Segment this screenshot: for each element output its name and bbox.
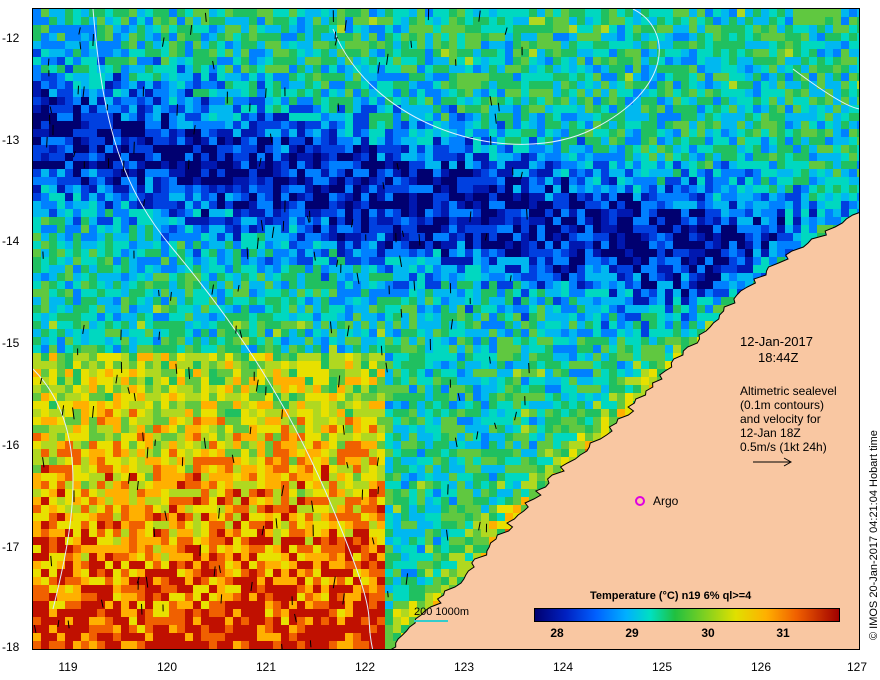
colorbar-tick-label: 31 <box>776 626 790 640</box>
velocity-vector <box>380 345 383 356</box>
lat-tick-label: -14 <box>2 234 20 248</box>
velocity-vector <box>142 432 144 442</box>
argo-float-marker <box>635 496 645 506</box>
lat-tick-label: -15 <box>2 336 20 350</box>
velocity-scale-label: 0.5m/s (1kt 24h) <box>740 440 827 454</box>
colorbar-tick-label: 28 <box>550 626 564 640</box>
lon-tick-label: 123 <box>453 660 475 674</box>
lon-tick-label: 120 <box>156 660 178 674</box>
lat-tick-label: -18 <box>2 640 20 654</box>
isobath-legend-line <box>414 620 448 622</box>
temperature-colorbar <box>534 608 840 622</box>
velocity-vector <box>400 309 403 318</box>
velocity-vector <box>92 33 94 46</box>
altimetry-line: and velocity for <box>740 412 821 426</box>
isobath-legend-label: 200 1000m <box>414 606 470 618</box>
altimetry-line: 12-Jan 18Z <box>740 426 801 440</box>
lon-tick-label: 127 <box>846 660 868 674</box>
velocity-vector <box>282 220 285 232</box>
lat-tick-label: -13 <box>2 133 20 147</box>
observation-datetime: 12-Jan-2017 18:44Z <box>740 334 813 366</box>
altimetry-line: Altimetric sealevel <box>740 384 837 398</box>
lon-tick-label: 125 <box>651 660 673 674</box>
velocity-vector <box>154 439 156 446</box>
velocity-vector <box>309 210 311 223</box>
colorbar-title: Temperature (°C) n19 6% ql>=4 <box>590 590 752 602</box>
velocity-vector <box>46 136 48 148</box>
lat-tick-label: -12 <box>2 31 20 45</box>
velocity-vector <box>265 88 267 98</box>
observation-date: 12-Jan-2017 <box>740 334 813 349</box>
velocity-vector <box>187 159 190 170</box>
velocity-vector <box>337 103 340 112</box>
velocity-vector <box>526 208 528 220</box>
imos-credit: © IMOS 20-Jan-2017 04:21:04 Hobart time <box>868 430 880 640</box>
altimetry-line: (0.1m contours) <box>740 398 825 412</box>
lon-tick-label: 119 <box>58 660 78 674</box>
lon-tick-label: 124 <box>552 660 574 674</box>
velocity-vector <box>47 58 50 66</box>
lon-tick-label: 121 <box>255 660 277 674</box>
argo-label: Argo <box>653 494 679 508</box>
colorbar-tick-label: 30 <box>701 626 715 640</box>
sst-map-canvas <box>33 9 859 649</box>
velocity-vector <box>158 331 161 340</box>
velocity-vector <box>528 362 530 374</box>
velocity-scale-arrow <box>753 457 793 467</box>
lat-tick-label: -17 <box>2 540 20 554</box>
lon-tick-label: 122 <box>354 660 376 674</box>
lon-tick-label: 126 <box>750 660 772 674</box>
observation-time: 18:44Z <box>758 350 799 365</box>
velocity-vector <box>309 640 312 648</box>
sst-map <box>32 8 860 650</box>
isobath-legend: 200 1000m <box>414 606 469 622</box>
velocity-vector <box>377 486 380 495</box>
velocity-vector <box>158 289 160 297</box>
velocity-vector <box>387 591 389 598</box>
velocity-vector <box>220 594 223 604</box>
colorbar-tick-label: 29 <box>625 626 639 640</box>
velocity-vector <box>246 247 249 260</box>
altimetry-note: Altimetric sealevel (0.1m contours) and … <box>740 384 837 454</box>
lat-tick-label: -16 <box>2 438 20 452</box>
